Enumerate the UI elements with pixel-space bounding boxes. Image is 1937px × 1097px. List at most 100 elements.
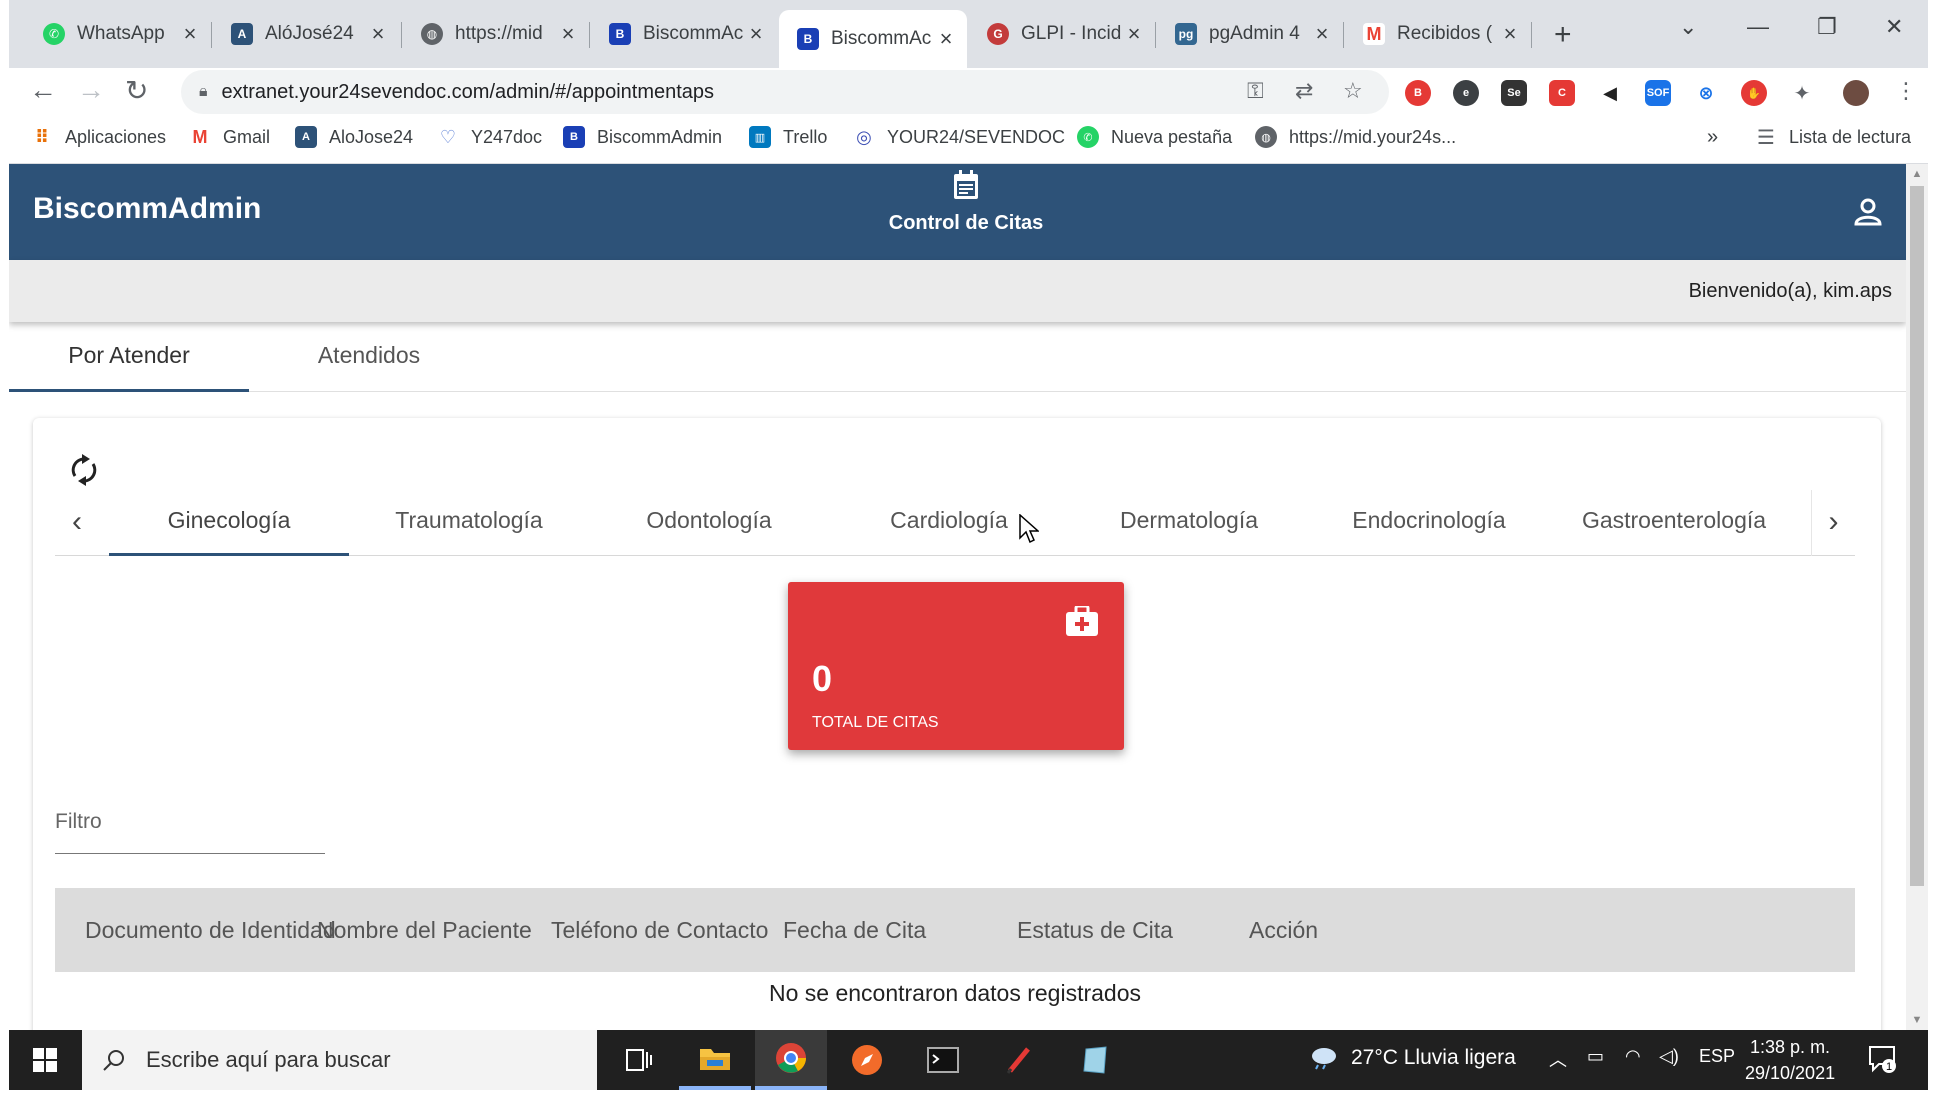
language-indicator[interactable]: ESP (1699, 1046, 1735, 1067)
scroll-up-icon[interactable]: ▲ (1906, 168, 1928, 180)
bookmark-item[interactable]: ◎ YOUR24/SEVENDOC (853, 126, 1065, 148)
tab-specialty[interactable]: Gastroenterología (1549, 490, 1799, 556)
close-icon[interactable]: × (179, 21, 201, 47)
notification-icon: 1 (1869, 1046, 1896, 1073)
scrollbar-thumb[interactable] (1910, 186, 1924, 886)
bookmark-item[interactable]: ♡ Y247doc (437, 126, 542, 148)
tab-specialty[interactable]: Ginecología (109, 490, 349, 556)
filter-input[interactable] (55, 800, 325, 844)
tab-specialty[interactable]: Endocrinología (1309, 490, 1549, 556)
column-header[interactable]: Acción (1249, 888, 1318, 972)
browser-tab[interactable]: M Recibidos ( × (1345, 10, 1531, 58)
chrome-app[interactable] (755, 1030, 827, 1090)
close-icon[interactable]: × (745, 21, 767, 47)
user-account-icon[interactable] (1854, 198, 1882, 226)
notifications-button[interactable]: 1 (1867, 1044, 1897, 1079)
tab-search-icon[interactable]: ⌄ (1679, 14, 1697, 40)
tray-chevron-icon[interactable]: ︿ (1549, 1046, 1567, 1072)
extension-icon[interactable]: e (1453, 80, 1479, 106)
clock[interactable]: 1:38 p. m. 29/10/2021 (1745, 1034, 1835, 1086)
reading-list-button[interactable]: ☰ Lista de lectura (1755, 126, 1911, 149)
translate-icon[interactable]: ⇄ (1295, 78, 1313, 104)
address-bar[interactable]: 🔒︎ extranet.your24sevendoc.com/admin/#/a… (181, 70, 1389, 114)
browser-tab[interactable]: B BiscommAc × (591, 10, 777, 58)
key-icon[interactable]: ⚿ (1247, 78, 1264, 104)
browser-tab[interactable]: G GLPI - Incid × (969, 10, 1155, 58)
chevron-right-icon[interactable]: › (1811, 490, 1855, 556)
column-header[interactable]: Fecha de Cita (783, 888, 926, 972)
taskbar-search[interactable]: Escribe aquí para buscar (82, 1030, 597, 1090)
bookmark-item[interactable]: ◍ https://mid.your24s... (1255, 126, 1456, 148)
new-tab-button[interactable]: + (1554, 18, 1572, 52)
extension-icon[interactable]: B (1405, 80, 1431, 106)
terminal-app[interactable] (907, 1030, 979, 1090)
reload-icon[interactable]: ↻ (125, 74, 148, 107)
back-icon[interactable]: ← (29, 74, 57, 106)
close-icon[interactable]: × (935, 26, 957, 52)
volume-icon[interactable]: ◁) (1659, 1046, 1679, 1067)
bookmark-item[interactable]: ✆ Nueva pestaña (1077, 126, 1232, 148)
page-scrollbar[interactable]: ▲ ▼ (1906, 164, 1928, 1030)
bookmarks-overflow-button[interactable]: » (1707, 126, 1718, 149)
bookmark-item[interactable]: B BiscommAdmin (563, 126, 722, 148)
extension-icon[interactable]: SOF (1645, 80, 1671, 106)
pen-app[interactable] (983, 1030, 1055, 1090)
extension-icon[interactable]: ⊗ (1693, 80, 1719, 106)
close-icon[interactable]: × (1311, 21, 1333, 47)
extension-icon[interactable]: ◀ (1597, 80, 1623, 106)
biscomm-icon: B (563, 126, 585, 148)
bookmark-item[interactable]: ⠿ Aplicaciones (31, 126, 166, 148)
weather-widget[interactable]: 27°C Lluvia ligera (1309, 1046, 1516, 1070)
tab-por-atender[interactable]: Por Atender (9, 326, 249, 392)
browser-tab[interactable]: A AlóJosé24 × (213, 10, 399, 58)
browser-tab-active[interactable]: B BiscommAc × (779, 10, 967, 68)
minimize-icon[interactable]: — (1747, 14, 1769, 40)
column-header[interactable]: Nombre del Paciente (317, 888, 532, 972)
column-header[interactable]: Documento de Identidad (85, 888, 336, 972)
extension-icon[interactable]: ✋ (1741, 80, 1767, 106)
scroll-down-icon[interactable]: ▼ (1906, 1014, 1928, 1026)
tab-title: Recibidos ( (1397, 23, 1493, 44)
battery-icon[interactable]: ▭ (1587, 1046, 1604, 1067)
close-icon[interactable]: × (1123, 21, 1145, 47)
browser-tab[interactable]: ◍ https://mid × (403, 10, 589, 58)
restore-icon[interactable]: ❐ (1817, 14, 1837, 40)
extension-icon[interactable]: Se (1501, 80, 1527, 106)
browser-tab[interactable]: pg pgAdmin 4 × (1157, 10, 1343, 58)
whatsapp-icon: ✆ (43, 23, 65, 45)
tab-atendidos[interactable]: Atendidos (249, 326, 489, 392)
bookmark-item[interactable]: M Gmail (189, 126, 270, 148)
app-brand[interactable]: BiscommAdmin (33, 192, 261, 226)
column-header[interactable]: Teléfono de Contacto (551, 888, 768, 972)
url-text[interactable]: extranet.your24sevendoc.com/admin/#/appo… (222, 81, 715, 104)
bookmark-item[interactable]: A AloJose24 (295, 126, 413, 148)
task-view-button[interactable] (603, 1030, 675, 1090)
menu-icon[interactable]: ⋮ (1895, 78, 1917, 104)
chevron-left-icon[interactable]: ‹ (55, 490, 99, 556)
start-button[interactable] (9, 1030, 81, 1090)
close-window-icon[interactable]: ✕ (1885, 14, 1903, 40)
bookmark-star-icon[interactable]: ☆ (1343, 78, 1363, 104)
close-icon[interactable]: × (557, 21, 579, 47)
browser-tab[interactable]: ✆ WhatsApp × (25, 10, 211, 58)
biscomm-icon: B (797, 28, 819, 50)
profile-avatar[interactable] (1843, 80, 1869, 106)
puzzle-icon[interactable]: ✦ (1789, 80, 1815, 106)
close-icon[interactable]: × (367, 21, 389, 47)
empty-table-message: No se encontraron datos registrados (768, 980, 1142, 1006)
compass-app[interactable] (831, 1030, 903, 1090)
wifi-icon[interactable]: ◠ (1625, 1046, 1641, 1067)
tab-specialty[interactable]: Dermatología (1069, 490, 1309, 556)
close-icon[interactable]: × (1499, 21, 1521, 47)
file-explorer-app[interactable] (679, 1030, 751, 1090)
column-header[interactable]: Estatus de Cita (1017, 888, 1173, 972)
tab-specialty[interactable]: Odontología (589, 490, 829, 556)
extension-icon[interactable]: C (1549, 80, 1575, 106)
forward-icon[interactable]: → (77, 74, 105, 106)
medical-kit-icon (1066, 606, 1098, 636)
glpi-icon: G (987, 23, 1009, 45)
bookmark-item[interactable]: ▥ Trello (749, 126, 827, 148)
refresh-icon[interactable] (69, 454, 99, 486)
notepad-app[interactable] (1059, 1030, 1131, 1090)
tab-specialty[interactable]: Traumatología (349, 490, 589, 556)
